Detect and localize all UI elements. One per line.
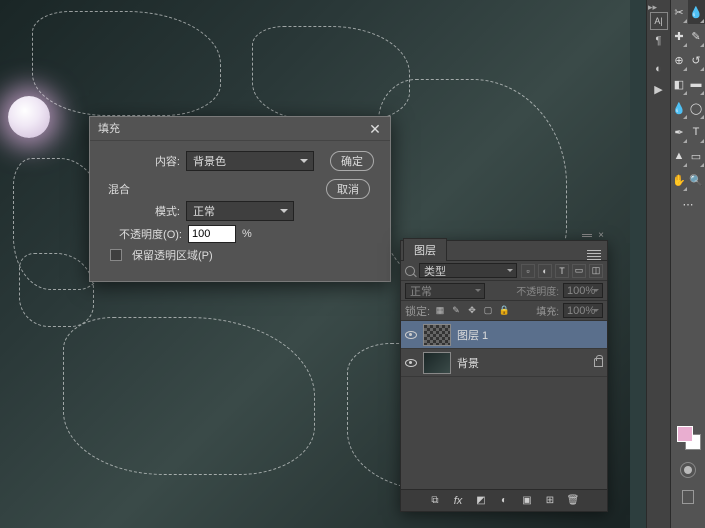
screen-mode-icon[interactable] — [682, 490, 694, 504]
close-icon[interactable]: ✕ — [368, 122, 382, 136]
history-brush-icon[interactable]: ↺ — [688, 48, 705, 72]
filter-adjust-icon[interactable]: ◐ — [538, 264, 552, 278]
layer-row[interactable]: 背景 — [401, 349, 607, 377]
brush-tool-icon[interactable]: ✎ — [688, 24, 705, 48]
hand-tool-icon[interactable]: ✋ — [671, 168, 688, 192]
layers-panel: 图层 类型 ▫ ◐ T ▭ ◫ 正常 不透明度: 100% 锁定: ▦ ✎ ✥ … — [400, 240, 608, 512]
shape-tool-icon[interactable]: ▭ — [688, 144, 705, 168]
healing-tool-icon[interactable]: ✚ — [671, 24, 688, 48]
mode-label: 模式: — [140, 203, 180, 219]
expand-panels-icon[interactable]: ▸▸ — [648, 2, 656, 13]
eraser-tool-icon[interactable]: ◧ — [671, 72, 688, 96]
fill-dialog: 填充 ✕ 内容: 背景色 确定 混合 模式: 正常 不透明度(O): % — [89, 116, 391, 282]
quickmask-icon[interactable] — [680, 462, 696, 478]
fx-icon[interactable]: fx — [452, 494, 465, 507]
content-label: 内容: — [140, 153, 180, 169]
blur-tool-icon[interactable]: 💧 — [671, 96, 688, 120]
lock-all-icon[interactable]: 🔒 — [498, 305, 510, 317]
lock-pixels-icon[interactable]: ▦ — [434, 305, 446, 317]
mode-dropdown[interactable]: 正常 — [186, 201, 294, 221]
opacity-input[interactable] — [188, 225, 236, 243]
tab-layers[interactable]: 图层 — [403, 238, 447, 261]
ok-button[interactable]: 确定 — [330, 151, 374, 171]
pen-tool-icon[interactable]: ✒ — [671, 120, 688, 144]
lock-brush-icon[interactable]: ✎ — [450, 305, 462, 317]
opacity-label: 不透明度(O): — [100, 226, 182, 242]
layer-name[interactable]: 图层 1 — [457, 327, 603, 343]
paragraph-panel-icon[interactable]: ¶ — [650, 32, 668, 50]
panel-menu-icon[interactable] — [587, 250, 601, 260]
light-orb — [8, 96, 50, 138]
group-icon[interactable]: ▣ — [521, 494, 534, 507]
character-panel-icon[interactable]: A| — [650, 12, 668, 30]
gradient-tool-icon[interactable]: ▬ — [688, 72, 705, 96]
visibility-icon[interactable] — [405, 359, 417, 367]
panel-opacity-label: 不透明度: — [516, 283, 559, 298]
link-layers-icon[interactable]: ⧉ — [429, 494, 442, 507]
filter-type-icon[interactable]: T — [555, 264, 569, 278]
collapsed-panels: ▸▸ A| ¶ ◐ ▶ — [646, 0, 670, 528]
lock-icon — [594, 358, 603, 367]
filter-shape-icon[interactable]: ▭ — [572, 264, 586, 278]
toolbar: ✂💧 ✚✎ ⊕↺ ◧▬ 💧◯ ✒T ▲▭ ✋🔍 ⋯ — [670, 0, 705, 528]
mask-icon[interactable]: ◩ — [475, 494, 488, 507]
stamp-tool-icon[interactable]: ⊕ — [671, 48, 688, 72]
dialog-title-text: 填充 — [98, 117, 120, 141]
fill-label: 填充: — [536, 303, 559, 318]
fill-value[interactable]: 100% — [563, 303, 603, 318]
eyedropper-tool-icon[interactable]: 💧 — [688, 0, 705, 24]
visibility-icon[interactable] — [405, 331, 417, 339]
filter-pixel-icon[interactable]: ▫ — [521, 264, 535, 278]
layer-thumbnail[interactable] — [423, 324, 451, 346]
new-layer-icon[interactable]: ⊞ — [544, 494, 557, 507]
lock-label: 锁定: — [405, 303, 430, 319]
dodge-tool-icon[interactable]: ◯ — [688, 96, 705, 120]
type-tool-icon[interactable]: T — [688, 120, 705, 144]
foreground-color[interactable] — [677, 426, 693, 442]
cancel-button[interactable]: 取消 — [326, 179, 370, 199]
adjustment-icon[interactable]: ◐ — [498, 494, 511, 507]
panel-drag-icon[interactable] — [582, 234, 592, 237]
filter-kind-dropdown[interactable]: 类型 — [419, 263, 517, 278]
trash-icon[interactable]: 🗑 — [567, 494, 580, 507]
zoom-tool-icon[interactable]: 🔍 — [688, 168, 705, 192]
dialog-titlebar[interactable]: 填充 ✕ — [90, 117, 390, 141]
layer-thumbnail[interactable] — [423, 352, 451, 374]
lock-artboard-icon[interactable]: ▢ — [482, 305, 494, 317]
path-select-icon[interactable]: ▲ — [671, 144, 688, 168]
blend-section-label: 混合 — [108, 181, 326, 197]
opacity-unit: % — [242, 228, 252, 240]
triangle-panel-icon[interactable]: ▶ — [650, 80, 668, 98]
color-swatches[interactable] — [675, 424, 701, 450]
crop-tool-icon[interactable]: ✂ — [671, 0, 688, 24]
layer-name[interactable]: 背景 — [457, 355, 588, 371]
preserve-label: 保留透明区域(P) — [132, 247, 213, 263]
content-dropdown[interactable]: 背景色 — [186, 151, 314, 171]
search-icon — [405, 266, 415, 276]
layer-row[interactable]: 图层 1 — [401, 321, 607, 349]
blend-mode-dropdown[interactable]: 正常 — [405, 283, 485, 299]
more-tools-icon[interactable]: ⋯ — [671, 192, 705, 216]
filter-smart-icon[interactable]: ◫ — [589, 264, 603, 278]
lock-position-icon[interactable]: ✥ — [466, 305, 478, 317]
panel-close-icon[interactable]: × — [598, 230, 604, 241]
circle-panel-icon[interactable]: ◐ — [650, 60, 668, 78]
preserve-checkbox[interactable] — [110, 249, 122, 261]
panel-opacity-value[interactable]: 100% — [563, 283, 603, 298]
layers-list: 图层 1 背景 — [401, 321, 607, 377]
